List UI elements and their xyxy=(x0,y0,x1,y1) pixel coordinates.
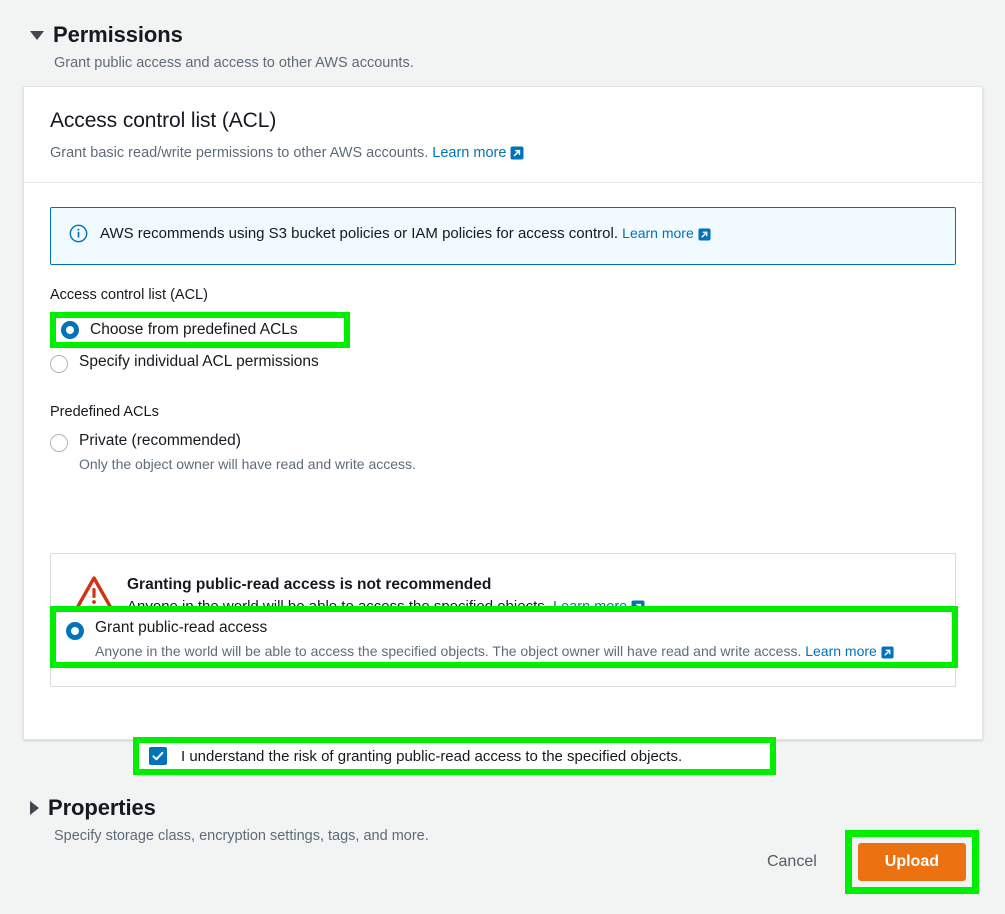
upload-button[interactable]: Upload xyxy=(857,843,966,881)
acl-choice-label: Access control list (ACL) xyxy=(50,287,208,303)
info-circle-icon xyxy=(69,224,88,248)
highlight-box-upload-button: Upload xyxy=(844,830,979,894)
radio-grant-public-read-access[interactable] xyxy=(66,622,84,640)
public-read-learn-more-link[interactable]: Learn more xyxy=(805,643,894,659)
radio-label-grant-public-read-access: Grant public-read access xyxy=(95,619,268,636)
radio-public-read-texts: Grant public-read access Anyone in the w… xyxy=(95,618,894,664)
public-read-learn-more-label: Learn more xyxy=(805,642,877,659)
radio-specify-individual-acl[interactable] xyxy=(50,355,68,373)
warning-title: Granting public-read access is not recom… xyxy=(127,575,492,593)
external-link-icon xyxy=(510,146,524,164)
properties-section-title: Properties xyxy=(48,795,156,820)
caret-down-icon[interactable] xyxy=(30,30,44,40)
radio-label-private: Private (recommended) xyxy=(79,432,241,449)
radio-row-specify-individual-acl[interactable]: Specify individual ACL permissions xyxy=(50,347,956,378)
highlight-box-grant-public-read-access: Grant public-read access Anyone in the w… xyxy=(50,606,958,668)
cancel-button[interactable]: Cancel xyxy=(763,845,821,879)
radio-label-choose-predefined-acls: Choose from predefined ACLs xyxy=(90,320,298,338)
highlight-box-choose-predefined-acls: Choose from predefined ACLs xyxy=(50,312,350,348)
radio-label-specify-individual-acl: Specify individual ACL permissions xyxy=(79,353,319,370)
external-link-icon xyxy=(698,227,711,245)
acl-card-title: Access control list (ACL) xyxy=(50,109,277,132)
radio-description-text-public-read: Anyone in the world will be able to acce… xyxy=(95,642,802,659)
acl-card-description: Grant basic read/write permissions to ot… xyxy=(50,145,956,164)
info-alert-learn-more-label: Learn more xyxy=(622,225,694,241)
info-alert-text: AWS recommends using S3 bucket policies … xyxy=(100,225,618,242)
radio-description-grant-public-read-access: Anyone in the world will be able to acce… xyxy=(95,642,894,664)
public-read-spacer xyxy=(50,479,956,553)
permissions-section-header[interactable]: Permissions Grant public access and acce… xyxy=(30,22,414,71)
external-link-icon xyxy=(881,645,894,664)
radio-description-private: Only the object owner will have read and… xyxy=(79,455,416,472)
info-alert-text-wrap: AWS recommends using S3 bucket policies … xyxy=(100,224,711,245)
radio-private[interactable] xyxy=(50,434,68,452)
acl-card-description-text: Grant basic read/write permissions to ot… xyxy=(50,145,429,161)
footer-actions: Cancel Upload xyxy=(763,830,979,894)
permissions-section-description: Grant public access and access to other … xyxy=(54,55,414,71)
info-alert-learn-more-link[interactable]: Learn more xyxy=(622,225,711,241)
properties-section-header[interactable]: Properties Specify storage class, encryp… xyxy=(30,795,429,844)
properties-section-description: Specify storage class, encryption settin… xyxy=(54,828,429,844)
radio-row-private[interactable]: Private (recommended) Only the object ow… xyxy=(50,426,956,479)
radio-choose-predefined-acls[interactable] xyxy=(61,321,79,339)
highlight-box-acknowledgement-checkbox: I understand the risk of granting public… xyxy=(133,737,776,775)
checkbox-acknowledge-risk[interactable] xyxy=(149,747,167,765)
acl-card: Access control list (ACL) Grant basic re… xyxy=(23,86,983,775)
info-alert: AWS recommends using S3 bucket policies … xyxy=(50,207,956,265)
acl-form-area: Access control list (ACL) Choose from pr… xyxy=(24,287,982,668)
predefined-acls-label: Predefined ACLs xyxy=(50,404,159,420)
acl-card-learn-more-label: Learn more xyxy=(432,145,507,161)
radio-private-texts: Private (recommended) Only the object ow… xyxy=(79,431,416,474)
acl-card-header: Access control list (ACL) Grant basic re… xyxy=(24,87,982,183)
page-title: Permissions xyxy=(53,22,183,47)
caret-right-icon[interactable] xyxy=(30,801,39,815)
checkbox-label-acknowledge-risk: I understand the risk of granting public… xyxy=(181,747,683,765)
acl-card-learn-more-link[interactable]: Learn more xyxy=(432,145,524,161)
